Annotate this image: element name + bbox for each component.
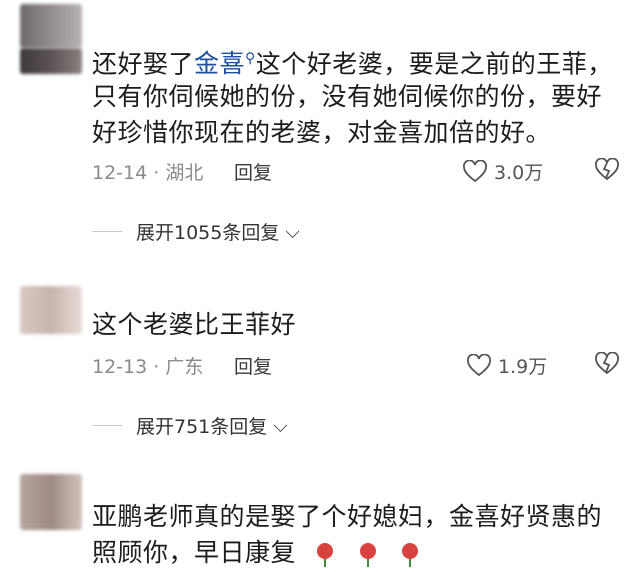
rose-emoji-icon [359, 543, 376, 567]
comment-item: 亚鹏老师真的是娶了个好媳妇，金喜好贤惠的 照顾你，早日康复 [0, 0, 640, 567]
comment-text-line-1: 亚鹏老师真的是娶了个好媳妇，金喜好贤惠的 [92, 502, 603, 531]
avatar[interactable] [20, 474, 82, 530]
comment-text-line-2: 照顾你，早日康复 [92, 534, 423, 572]
rose-emoji-icon [317, 543, 334, 567]
rose-emoji-icon [402, 543, 419, 567]
